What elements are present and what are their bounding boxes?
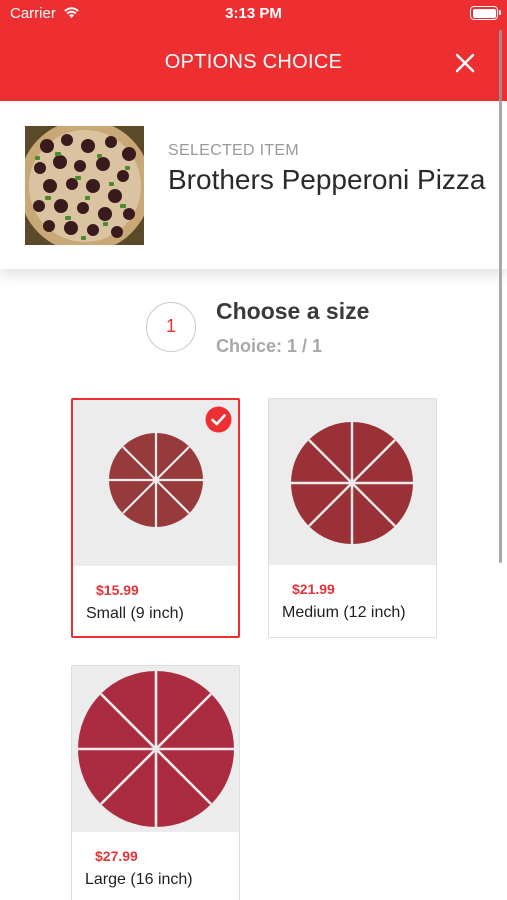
option-label: Small (9 inch) bbox=[86, 605, 184, 622]
step-number-badge: 1 bbox=[146, 302, 196, 352]
option-price: $27.99 bbox=[95, 848, 138, 864]
status-bar: Carrier 3:13 PM bbox=[0, 0, 507, 28]
status-time: 3:13 PM bbox=[225, 5, 282, 22]
option-price: $21.99 bbox=[292, 581, 335, 597]
pizza-large-icon bbox=[78, 671, 234, 827]
pizza-photo bbox=[25, 126, 144, 245]
option-label: Medium (12 inch) bbox=[282, 604, 406, 621]
option-label: Large (16 inch) bbox=[85, 871, 193, 888]
option-card-medium[interactable]: $21.99 Medium (12 inch) bbox=[268, 398, 437, 638]
step-choice-count: Choice: 1 / 1 bbox=[216, 336, 323, 356]
option-image bbox=[72, 666, 239, 832]
step-title: Choose a size bbox=[216, 298, 370, 324]
selected-item-card: SELECTED ITEM Brothers Pepperoni Pizza bbox=[0, 101, 507, 269]
option-image bbox=[269, 399, 436, 565]
option-price: $15.99 bbox=[96, 582, 139, 598]
pizza-medium-icon bbox=[291, 422, 413, 544]
selected-item-name: Brothers Pepperoni Pizza bbox=[168, 164, 486, 195]
checkmark-icon bbox=[205, 406, 232, 433]
top-bar: Carrier 3:13 PM OPTIONS CHOICE bbox=[0, 0, 507, 101]
close-icon[interactable] bbox=[452, 50, 478, 76]
page-title: OPTIONS CHOICE bbox=[164, 51, 343, 73]
selected-item-kicker: SELECTED ITEM bbox=[168, 142, 300, 159]
option-card-small[interactable]: $15.99 Small (9 inch) bbox=[71, 398, 240, 638]
scrollbar[interactable] bbox=[499, 30, 502, 563]
option-card-large[interactable]: $27.99 Large (16 inch) bbox=[71, 665, 240, 900]
battery-icon bbox=[470, 6, 501, 20]
